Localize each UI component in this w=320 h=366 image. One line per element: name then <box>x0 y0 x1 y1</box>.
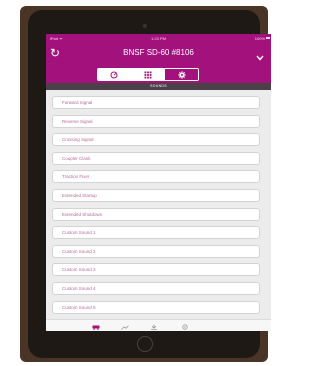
battery-label: 100% <box>254 36 265 41</box>
battery-icon <box>266 37 270 39</box>
speedometer-icon <box>110 69 118 80</box>
refresh-icon[interactable]: ↻ <box>50 46 60 60</box>
sound-item[interactable]: Custom Sound 2 <box>52 244 260 258</box>
front-camera <box>143 24 147 28</box>
settings-icon <box>182 317 188 332</box>
sound-item[interactable]: Custom Sound 1 <box>52 226 260 240</box>
keypad-grid-icon <box>144 69 152 80</box>
sounds-section-header: SOUNDS <box>46 83 271 90</box>
home-button[interactable] <box>137 336 153 352</box>
tab-train[interactable] <box>91 322 101 330</box>
tools-icon <box>150 317 158 332</box>
nav-bar: ↻ BNSF SD-60 #8106 <box>46 43 271 65</box>
settings-segment[interactable] <box>164 69 198 80</box>
train-icon <box>92 317 100 332</box>
mode-segmented-control <box>97 68 199 81</box>
sound-item[interactable]: Extended Shutdown <box>52 207 260 221</box>
status-bar: iPad ᯤ 1:23 PM 100% <box>46 34 271 43</box>
keypad-segment[interactable] <box>130 69 165 80</box>
sound-item[interactable]: Extended Startup <box>52 189 260 202</box>
sound-item[interactable]: Reverse Signal <box>52 114 260 128</box>
chart-icon <box>121 317 129 332</box>
sound-item[interactable]: Forward Signal <box>52 96 260 109</box>
clock-label: 1:23 PM <box>151 36 166 41</box>
locomotive-title[interactable]: BNSF SD-60 #8106 <box>76 48 241 57</box>
sound-item[interactable]: Traction Fixer <box>52 170 260 184</box>
sound-item[interactable]: Custom Sound 4 <box>52 282 260 295</box>
tab-settings[interactable] <box>180 322 190 330</box>
chevron-down-icon[interactable] <box>256 48 264 66</box>
sound-item[interactable]: Coupler Clank <box>52 151 260 165</box>
sound-item[interactable]: Custom Sound 5 <box>52 300 260 314</box>
mode-toolbar <box>46 65 271 83</box>
tab-tools[interactable] <box>149 322 159 330</box>
sound-item[interactable]: Crossing Signal <box>52 133 260 147</box>
speedometer-segment[interactable] <box>98 69 131 80</box>
tab-chart[interactable] <box>120 322 130 330</box>
tab-bar <box>46 319 271 331</box>
sound-item[interactable]: Custom Sound 3 <box>52 263 260 277</box>
gear-icon <box>178 69 186 80</box>
app-screen: iPad ᯤ 1:23 PM 100% ↻ BNSF SD-60 #8106 S… <box>46 34 271 331</box>
